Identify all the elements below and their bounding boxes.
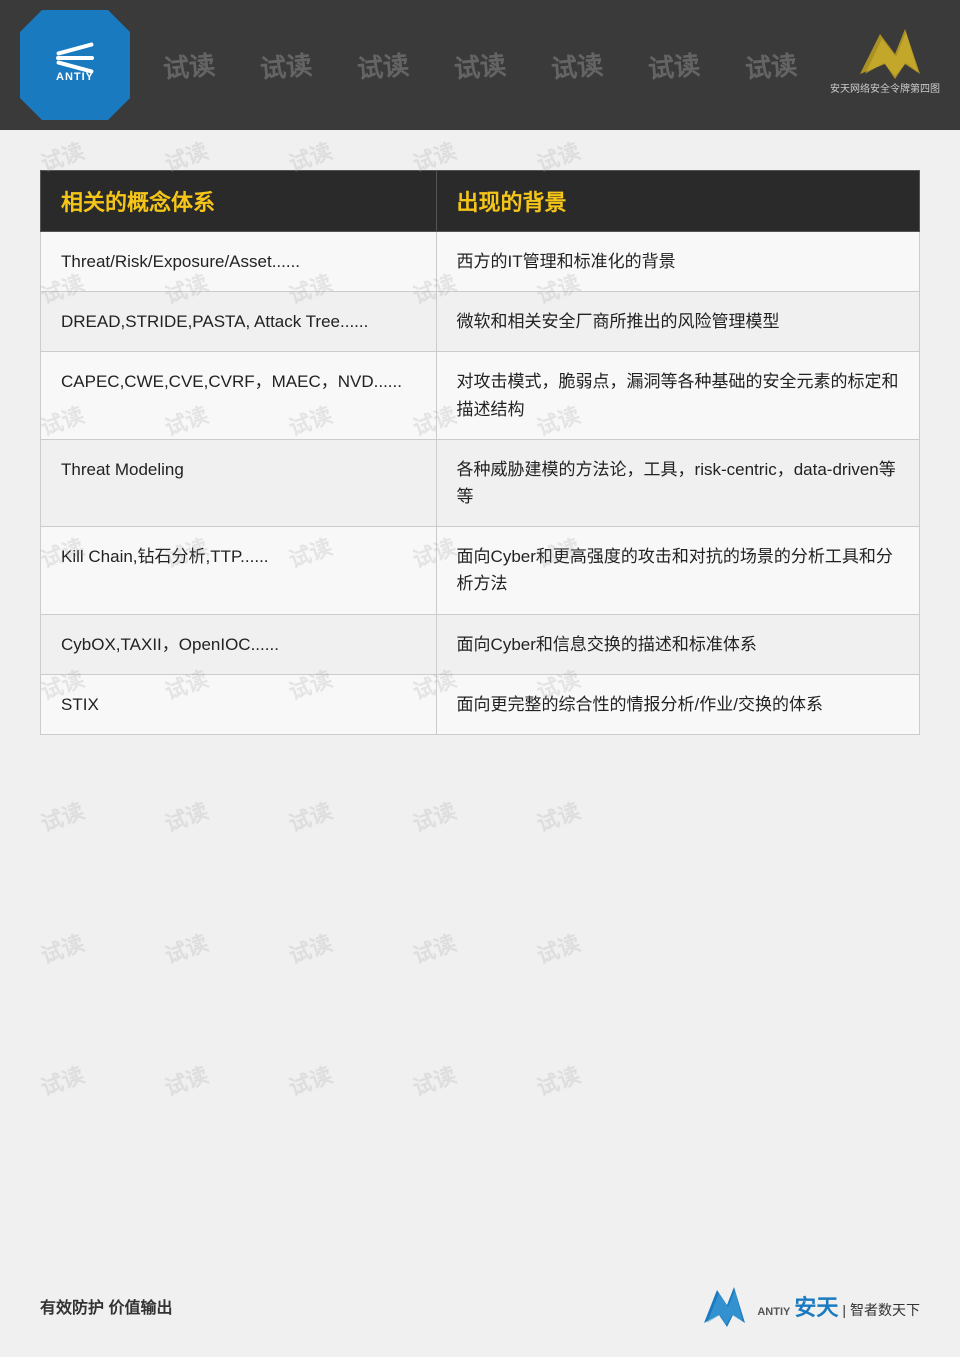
wm-item-30: 试读: [532, 793, 584, 838]
cell-row6-col1: CybOX,TAXII，OpenIOC......: [41, 614, 437, 674]
cell-row2-col2: 微软和相关安全厂商所推出的风险管理模型: [436, 292, 919, 352]
table-body: Threat/Risk/Exposure/Asset...... 西方的IT管理…: [41, 232, 920, 735]
cell-row4-col1: Threat Modeling: [41, 439, 437, 526]
header-wm-4: 试读: [452, 44, 507, 85]
wm-item-32: 试读: [160, 925, 212, 970]
col2-header: 出现的背景: [436, 171, 919, 232]
wm-item-29: 试读: [408, 793, 460, 838]
cell-row4-col2: 各种威胁建模的方法论，工具，risk-centric，data-driven等等: [436, 439, 919, 526]
table-row: Threat/Risk/Exposure/Asset...... 西方的IT管理…: [41, 232, 920, 292]
cell-row7-col1: STIX: [41, 674, 437, 734]
logo-lines: [56, 47, 94, 69]
footer-logo-sub: 智者数天下: [850, 1300, 920, 1320]
table-header: 相关的概念体系 出现的背景: [41, 171, 920, 232]
table-row: STIX 面向更完整的综合性的情报分析/作业/交换的体系: [41, 674, 920, 734]
table-row: Threat Modeling 各种威胁建模的方法论，工具，risk-centr…: [41, 439, 920, 526]
header: ANTIY 试读 试读 试读 试读 试读 试读 试读 安天网络安全令牌第四图: [0, 0, 960, 130]
col1-header: 相关的概念体系: [41, 171, 437, 232]
wm-item-26: 试读: [36, 793, 88, 838]
right-logo-text: 安天网络安全令牌第四图: [830, 83, 940, 97]
header-wm-6: 试读: [647, 44, 702, 85]
wm-item-38: 试读: [284, 1057, 336, 1102]
cell-row1-col1: Threat/Risk/Exposure/Asset......: [41, 232, 437, 292]
header-watermarks: 试读 试读 试读 试读 试读 试读 试读: [0, 0, 960, 130]
wm-row-6: 试读 试读 试读 试读 试读: [0, 790, 960, 842]
wm-item-35: 试读: [532, 925, 584, 970]
cell-row5-col2: 面向Cyber和更高强度的攻击和对抗的场景的分析工具和分析方法: [436, 527, 919, 614]
wm-row-8: 试读 试读 试读 试读 试读: [0, 1054, 960, 1106]
footer-left-text: 有效防护 价值输出: [40, 1294, 172, 1318]
logo-line-1: [56, 42, 94, 56]
cell-row7-col2: 面向更完整的综合性的情报分析/作业/交换的体系: [436, 674, 919, 734]
wm-item-34: 试读: [408, 925, 460, 970]
header-logo: ANTIY: [20, 10, 130, 120]
header-row: 相关的概念体系 出现的背景: [41, 171, 920, 232]
header-wm-7: 试读: [744, 44, 799, 85]
header-wm-5: 试读: [550, 44, 605, 85]
wm-item-40: 试读: [532, 1057, 584, 1102]
wm-item-36: 试读: [36, 1057, 88, 1102]
footer-logo-main: 安天: [794, 1290, 838, 1322]
wm-row-7: 试读 试读 试读 试读 试读: [0, 922, 960, 974]
table-row: Kill Chain,钻石分析,TTP...... 面向Cyber和更高强度的攻…: [41, 527, 920, 614]
footer: 有效防护 价值输出 ANTIY 安天 | 智者数天下: [0, 1285, 960, 1327]
footer-logo-icon: [699, 1285, 749, 1327]
table-row: DREAD,STRIDE,PASTA, Attack Tree...... 微软…: [41, 292, 920, 352]
wm-item-27: 试读: [160, 793, 212, 838]
cell-row5-col1: Kill Chain,钻石分析,TTP......: [41, 527, 437, 614]
cell-row6-col2: 面向Cyber和信息交换的描述和标准体系: [436, 614, 919, 674]
main-content: 相关的概念体系 出现的背景 Threat/Risk/Exposure/Asset…: [0, 130, 960, 765]
cell-row3-col1: CAPEC,CWE,CVE,CVRF，MAEC，NVD......: [41, 352, 437, 439]
wm-item-33: 试读: [284, 925, 336, 970]
table-row: CybOX,TAXII，OpenIOC...... 面向Cyber和信息交换的描…: [41, 614, 920, 674]
wm-item-37: 试读: [160, 1057, 212, 1102]
footer-logo-texts: ANTIY 安天 | 智者数天下: [757, 1290, 920, 1322]
footer-logo: ANTIY 安天 | 智者数天下: [699, 1285, 920, 1327]
cell-row1-col2: 西方的IT管理和标准化的背景: [436, 232, 919, 292]
table-row: CAPEC,CWE,CVE,CVRF，MAEC，NVD...... 对攻击模式，…: [41, 352, 920, 439]
footer-logo-prefix: ANTIY: [757, 1306, 790, 1318]
cell-row2-col1: DREAD,STRIDE,PASTA, Attack Tree......: [41, 292, 437, 352]
header-wm-2: 试读: [258, 44, 313, 85]
header-wm-1: 试读: [161, 44, 216, 85]
wm-item-39: 试读: [408, 1057, 460, 1102]
cell-row3-col2: 对攻击模式，脆弱点，漏洞等各种基础的安全元素的标定和描述结构: [436, 352, 919, 439]
header-right-logo: 安天网络安全令牌第四图: [825, 10, 945, 110]
footer-logo-separator: |: [842, 1302, 846, 1318]
header-wm-3: 试读: [355, 44, 410, 85]
wm-item-31: 试读: [36, 925, 88, 970]
right-logo-icon: [850, 24, 920, 79]
logo-line-2: [56, 56, 94, 60]
right-logo-svg: [850, 24, 930, 84]
wm-item-28: 试读: [284, 793, 336, 838]
main-table: 相关的概念体系 出现的背景 Threat/Risk/Exposure/Asset…: [40, 170, 920, 735]
